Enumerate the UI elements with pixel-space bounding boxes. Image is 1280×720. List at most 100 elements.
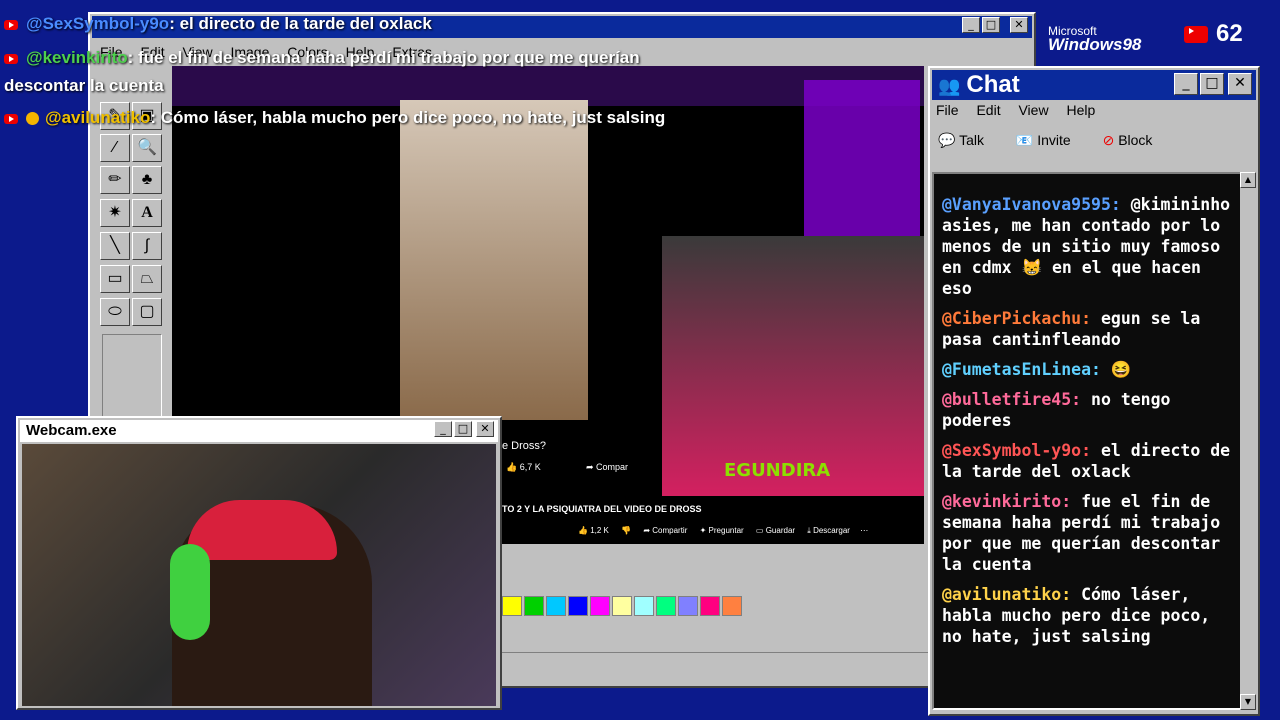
video-chat-panel: [804, 80, 920, 250]
chat-text: 😆: [1110, 360, 1132, 379]
tool-text-icon[interactable]: A: [132, 199, 162, 227]
overlay-line-3: @avilunatiko: Cómo láser, habla mucho pe…: [4, 108, 665, 128]
share-button[interactable]: ➦ Compartir: [643, 526, 687, 535]
tool-options-box: [102, 334, 162, 422]
video-person-portrait: [400, 100, 588, 420]
maximize-button[interactable]: □: [982, 17, 1000, 33]
chat-scrollbar[interactable]: ▲ ▼: [1240, 172, 1256, 710]
chat-minimize-button[interactable]: _: [1174, 73, 1198, 95]
chat-username[interactable]: @FumetasEnLinea:: [942, 360, 1111, 379]
tool-bucket-icon[interactable]: ♣: [132, 166, 162, 194]
talk-label: Talk: [959, 132, 984, 148]
palette-swatch[interactable]: [524, 596, 544, 616]
tool-line-icon[interactable]: ╲: [100, 232, 130, 260]
webcam-feed: [22, 444, 496, 706]
tool-eyedropper-icon[interactable]: ⁄: [100, 134, 130, 162]
chat-menu-file[interactable]: File: [936, 102, 959, 118]
chat-menu-bar: File Edit View Help: [936, 102, 1109, 118]
tool-ellipse-icon[interactable]: ⬭: [100, 298, 130, 326]
palette-swatch[interactable]: [612, 596, 632, 616]
palette-swatch[interactable]: [656, 596, 676, 616]
chat-close-button[interactable]: ✕: [1228, 73, 1252, 95]
video-title2: TO 2 Y LA PSIQUIATRA DEL VIDEO DE DROSS: [502, 504, 702, 514]
share-top-label: Compar: [596, 462, 629, 472]
chat-username[interactable]: @CiberPickachu:: [942, 309, 1101, 328]
tool-magnifier-icon[interactable]: 🔍: [132, 134, 162, 162]
chat-message: @SexSymbol-y9o: el directo de la tarde d…: [942, 440, 1232, 482]
chat-messages: @VanyaIvanova9595: @kimininho asies, me …: [942, 194, 1232, 647]
chat-people-icon: 👥: [938, 76, 961, 96]
chat-message: @VanyaIvanova9595: @kimininho asies, me …: [942, 194, 1232, 299]
color-palette: [502, 596, 744, 616]
chat-message: @CiberPickachu: egun se la pasa cantinfl…: [942, 308, 1232, 350]
tool-rounded-rect-icon[interactable]: ▢: [132, 298, 162, 326]
scroll-up-button[interactable]: ▲: [1240, 172, 1256, 188]
overlay-line-1: @SexSymbol-y9o: el directo de la tarde d…: [4, 14, 432, 34]
tool-brush-icon[interactable]: ✏: [100, 166, 130, 194]
youtube-icon: [1184, 26, 1208, 44]
tool-rectangle-icon[interactable]: ▭: [100, 265, 130, 293]
chat-username[interactable]: @kevinkirito:: [942, 492, 1081, 511]
block-icon: ⊘: [1102, 132, 1115, 148]
more-icon[interactable]: ⋯: [860, 526, 868, 535]
scroll-down-button[interactable]: ▼: [1240, 694, 1256, 710]
save-label: Guardar: [765, 526, 796, 535]
palette-swatch[interactable]: [700, 596, 720, 616]
overlay-line-2: @kevinkirito: fue el fin de semana haha …: [4, 48, 640, 68]
talk-button[interactable]: 💬 Talk: [938, 132, 984, 148]
talk-icon: 💬: [938, 132, 956, 148]
chat-menu-view[interactable]: View: [1018, 102, 1048, 118]
chat-username[interactable]: @SexSymbol-y9o:: [942, 441, 1101, 460]
dislike-icon[interactable]: 👎: [621, 526, 631, 535]
overlay-user: @avilunatiko: [45, 108, 151, 127]
chat-menu-edit[interactable]: Edit: [976, 102, 1000, 118]
webcam-minimize-button[interactable]: _: [434, 421, 452, 437]
youtube-icon: [4, 53, 18, 64]
palette-swatch[interactable]: [546, 596, 566, 616]
chat-username[interactable]: @bulletfire45:: [942, 390, 1091, 409]
chat-window: 👥 Chat _ □ ✕ File Edit View Help 💬 Talk 📧…: [928, 66, 1260, 716]
palette-swatch[interactable]: [568, 596, 588, 616]
ask-label: Preguntar: [708, 526, 744, 535]
webcam-titlebar: Webcam.exe: [20, 420, 498, 442]
chat-toolbar: 💬 Talk 📧 Invite ⊘ Block: [938, 132, 1152, 149]
webcam-cap: [187, 500, 337, 560]
video-host: [662, 236, 924, 496]
invite-button[interactable]: 📧 Invite: [1016, 132, 1071, 148]
chat-message: @avilunatiko: Cómo láser, habla mucho pe…: [942, 584, 1232, 647]
chat-username[interactable]: @avilunatiko:: [942, 585, 1081, 604]
palette-swatch[interactable]: [634, 596, 654, 616]
chat-menu-help[interactable]: Help: [1066, 102, 1095, 118]
close-button[interactable]: ✕: [1010, 17, 1028, 33]
ask-button[interactable]: ✦ Preguntar: [700, 526, 744, 535]
chat-message: @FumetasEnLinea: 😆: [942, 359, 1232, 380]
member-badge-icon: [26, 112, 39, 126]
palette-swatch[interactable]: [590, 596, 610, 616]
tool-polygon-icon[interactable]: ⏢: [132, 265, 162, 293]
tool-airbrush-icon[interactable]: ✷: [100, 199, 130, 227]
chat-username[interactable]: @VanyaIvanova9595:: [942, 195, 1131, 214]
block-button[interactable]: ⊘ Block: [1103, 132, 1153, 148]
viewer-count-number: 62: [1216, 20, 1243, 47]
video-logo: EGUNDIRA: [724, 460, 831, 481]
webcam-maximize-button[interactable]: □: [454, 421, 472, 437]
save-button[interactable]: ▭ Guardar: [756, 526, 795, 535]
windows98-text: Windows98: [1048, 35, 1142, 54]
minimize-button[interactable]: _: [962, 17, 980, 33]
like-button[interactable]: 👍 1,2 K: [578, 526, 609, 535]
video-likes-top[interactable]: 👍 6,7 K: [506, 462, 541, 473]
youtube-icon: [4, 19, 18, 30]
palette-swatch[interactable]: [502, 596, 522, 616]
palette-swatch[interactable]: [722, 596, 742, 616]
windows98-logo: Microsoft Windows98: [1048, 24, 1141, 55]
overlay-text: : Cómo láser, habla mucho pero dice poco…: [150, 108, 666, 127]
video-share-top[interactable]: ➦ Compar: [586, 462, 628, 473]
block-label: Block: [1118, 132, 1153, 148]
headphones-icon: [170, 544, 210, 640]
youtube-icon: [4, 113, 18, 124]
chat-maximize-button[interactable]: □: [1200, 73, 1224, 95]
palette-swatch[interactable]: [678, 596, 698, 616]
tool-curve-icon[interactable]: ∫: [132, 232, 162, 260]
webcam-close-button[interactable]: ✕: [476, 421, 494, 437]
download-button[interactable]: ⤓ Descargar: [807, 526, 850, 535]
